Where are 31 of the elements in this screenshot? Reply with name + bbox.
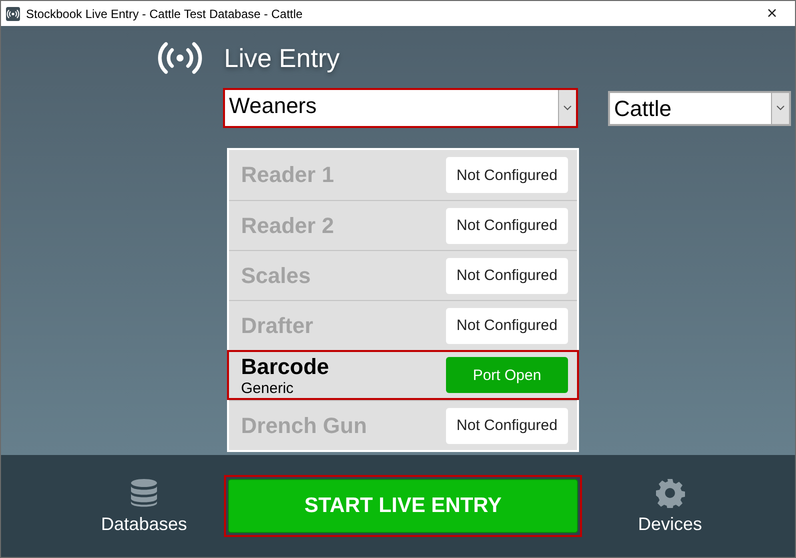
status-button[interactable]: Not Configured [446,157,568,193]
close-button[interactable]: × [749,3,795,24]
species-dropdown[interactable]: Cattle [608,90,791,126]
device-row[interactable]: Scales Not Configured [229,250,577,300]
databases-button[interactable]: Databases [84,478,204,534]
device-row[interactable]: Drafter Not Configured [229,300,577,350]
device-name: Reader 1 [241,162,334,188]
status-button[interactable]: Not Configured [446,308,568,344]
device-row[interactable]: Reader 1 Not Configured [229,150,577,200]
window-title: Stockbook Live Entry - Cattle Test Database - Cattle [26,6,304,20]
device-name: Scales [241,262,311,288]
page-title: Live Entry [224,42,340,74]
device-row[interactable]: Reader 2 Not Configured [229,200,577,250]
status-button[interactable]: Not Configured [446,258,568,294]
status-button[interactable]: Not Configured [446,208,568,244]
device-name: Reader 2 [241,212,334,238]
device-name: Drafter [241,312,314,338]
device-type: Generic [241,380,295,396]
app-icon [6,6,20,20]
devices-button[interactable]: Devices [610,478,730,534]
database-icon [129,478,159,508]
device-name: Drench Gun [241,412,367,438]
chevron-icon [563,105,572,111]
chevron-icon [776,105,785,111]
gear-icon [655,478,685,508]
session-dropdown[interactable]: Weaners [223,88,578,128]
device-name: Barcode [241,354,330,380]
device-row[interactable]: Barcode Generic Port Open [227,350,579,400]
broadcast-icon [158,41,202,75]
status-button[interactable]: Not Configured [446,408,568,444]
device-row[interactable]: Drench Gun Not Configured [229,400,577,450]
